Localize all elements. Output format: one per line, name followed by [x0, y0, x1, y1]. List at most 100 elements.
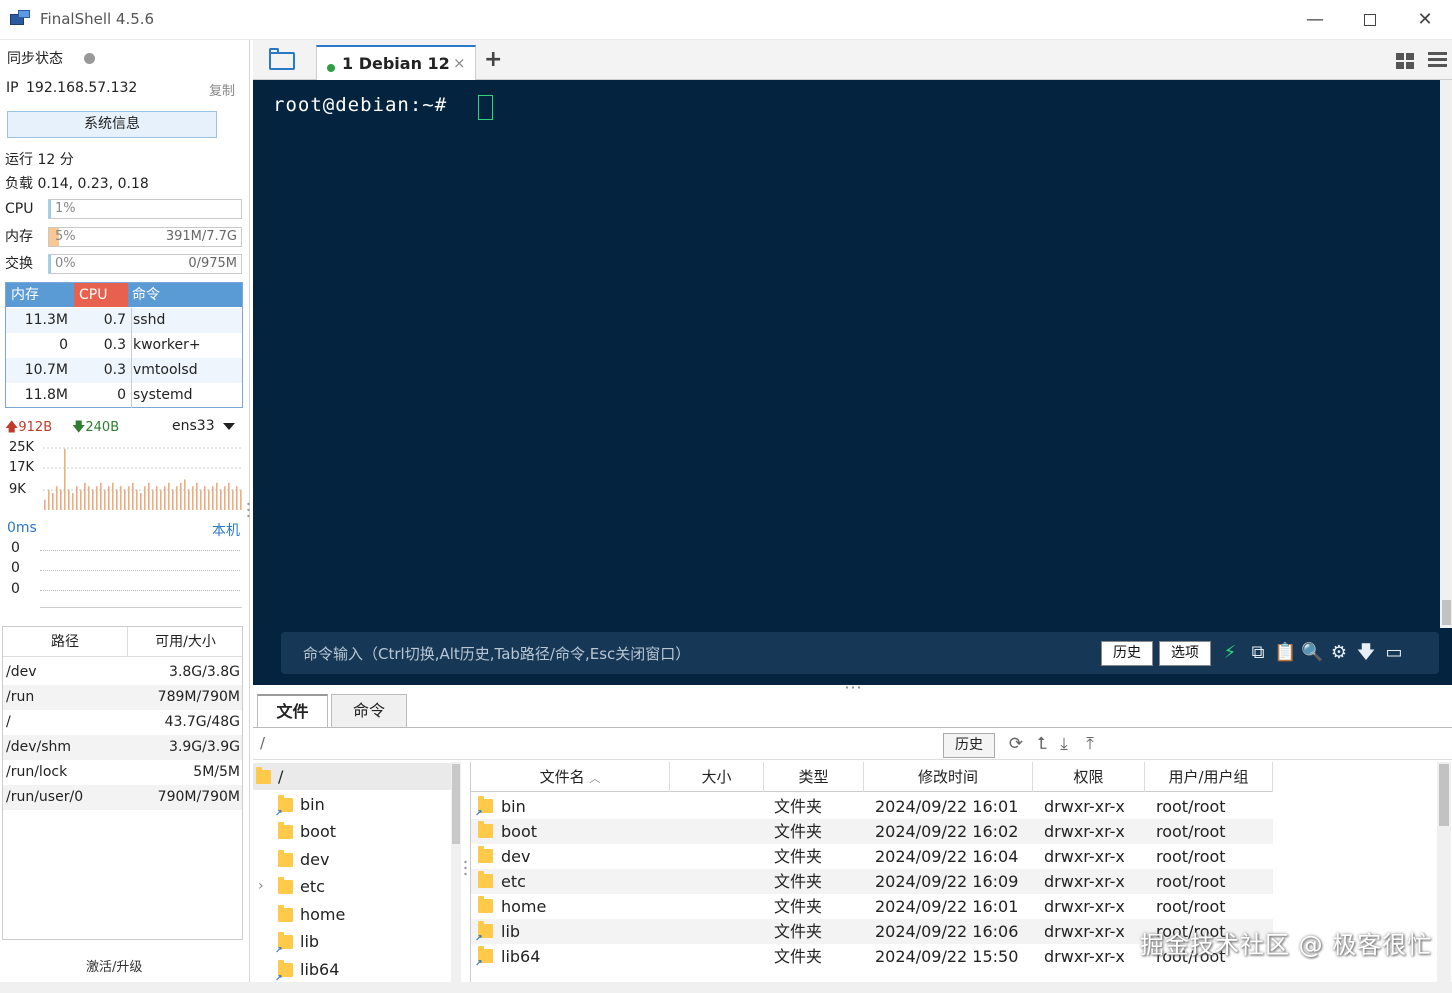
system-info-button[interactable]: 系统信息	[7, 111, 217, 138]
traffic-bar	[236, 486, 238, 510]
process-table-header: 内存 CPU 命令	[6, 283, 242, 307]
meter-label: 交换	[5, 256, 33, 272]
traffic-bar	[72, 493, 74, 510]
file-owner: root/root	[1156, 822, 1226, 841]
maximize-button[interactable]	[1355, 8, 1385, 32]
table-row[interactable]: boot 文件夹 2024/09/22 16:02 drwxr-xr-x root/ro…	[471, 819, 1273, 844]
process-mem: 11.3M	[24, 312, 68, 328]
tree-item-label: etc	[300, 877, 325, 896]
lightning-icon[interactable]: ⚡	[1219, 642, 1241, 664]
refresh-icon[interactable]: ⟳	[1005, 733, 1027, 755]
download-icon[interactable]: ⤓	[1053, 733, 1075, 755]
arrow-down-icon: 🡇	[72, 420, 86, 435]
traffic-bar	[188, 489, 190, 510]
table-row[interactable]: 0 0.3 kworker+	[6, 333, 242, 358]
close-window-button[interactable]: ✕	[1410, 8, 1440, 32]
table-row[interactable]: /run 789M/790M	[3, 685, 242, 710]
expand-arrow-icon[interactable]: ›	[258, 873, 264, 900]
add-tab-button[interactable]: +	[484, 47, 502, 72]
copy-icon[interactable]: ⧉	[1247, 642, 1269, 664]
column-size[interactable]: 大小	[670, 762, 764, 792]
meter-bar: 5% 391M/7.7G	[48, 227, 242, 247]
path-history-button[interactable]: 历史	[943, 733, 995, 758]
table-row[interactable]: dev 文件夹 2024/09/22 16:04 drwxr-xr-x root/roo…	[471, 844, 1273, 869]
tree-item[interactable]: bin	[253, 791, 451, 828]
parent-directory-icon[interactable]: ⮤	[1031, 733, 1053, 755]
table-row[interactable]: /dev/shm 3.9G/3.9G	[3, 735, 242, 760]
column-modified[interactable]: 修改时间	[864, 762, 1033, 792]
sidebar-splitter[interactable]	[247, 502, 250, 518]
arrow-down-icon[interactable]: 🡇	[1355, 642, 1377, 664]
tab-debian-12[interactable]: 1 Debian 12 ×	[316, 45, 476, 81]
traffic-bar	[232, 489, 234, 510]
meter-extra: 0/975M	[188, 256, 237, 271]
ping-graph	[40, 540, 242, 608]
table-row[interactable]: 11.8M 0 systemd	[6, 383, 242, 408]
sort-by-cpu-header[interactable]: CPU	[74, 283, 128, 307]
terminal-scrollbar[interactable]	[1440, 80, 1452, 628]
file-list-scrollbar-thumb[interactable]	[1439, 764, 1449, 826]
gear-icon[interactable]: ⚙	[1328, 642, 1350, 664]
tab-close-icon[interactable]: ×	[453, 54, 466, 72]
file-name: home	[501, 897, 547, 916]
tree-item[interactable]: lib64	[253, 956, 451, 993]
meter-percent: 1%	[55, 201, 76, 216]
open-folder-icon[interactable]	[269, 48, 295, 70]
network-interface-select[interactable]: ens33	[172, 418, 215, 434]
tree-item[interactable]: › etc	[253, 873, 451, 900]
minimize-button[interactable]: —	[1300, 8, 1330, 32]
table-row[interactable]: 10.7M 0.3 vmtoolsd	[6, 358, 242, 383]
table-row[interactable]: /dev 3.8G/3.8G	[3, 660, 242, 685]
process-cmd: systemd	[131, 383, 193, 408]
upload-icon[interactable]: ⤒	[1079, 733, 1101, 755]
tree-item[interactable]: dev	[253, 846, 451, 873]
terminal-splitter[interactable]	[845, 686, 861, 689]
grid-layout-icon[interactable]	[1396, 53, 1415, 69]
column-type[interactable]: 类型	[764, 762, 864, 792]
file-permissions: drwxr-xr-x	[1044, 947, 1125, 966]
copy-ip-button[interactable]: 复制	[209, 80, 235, 99]
sort-by-memory-header[interactable]: 内存	[11, 283, 39, 307]
window-icon[interactable]: ▭	[1383, 642, 1405, 664]
file-panel-splitter[interactable]	[464, 860, 467, 876]
terminal-scrollbar-thumb[interactable]	[1442, 600, 1451, 625]
current-path-input[interactable]: /	[260, 734, 265, 752]
search-icon[interactable]: 🔍	[1301, 642, 1323, 664]
tree-item[interactable]: lib	[253, 928, 451, 965]
traffic-bar	[56, 486, 58, 510]
tree-scrollbar-thumb[interactable]	[452, 764, 460, 844]
chevron-down-icon[interactable]	[223, 423, 235, 430]
column-permissions[interactable]: 权限	[1033, 762, 1145, 792]
table-row[interactable]: etc 文件夹 2024/09/22 16:09 drwxr-xr-x root/roo…	[471, 869, 1273, 894]
sort-by-command-header[interactable]: 命令	[132, 283, 160, 307]
hamburger-menu-icon[interactable]	[1428, 52, 1447, 68]
table-row[interactable]: /run/lock 5M/5M	[3, 760, 242, 785]
command-input-hint[interactable]: 命令输入（Ctrl切换,Alt历史,Tab路径/命令,Esc关闭窗口）	[303, 643, 690, 664]
table-row[interactable]: bin 文件夹 2024/09/22 16:01 drwxr-xr-x root/roo…	[471, 794, 1273, 827]
ping-host-select[interactable]: 本机	[212, 520, 240, 540]
tree-item[interactable]: /	[253, 763, 451, 790]
disk-size-header[interactable]: 可用/大小	[129, 627, 242, 657]
tab-commands[interactable]: 命令	[331, 694, 407, 727]
tab-files[interactable]: 文件	[257, 694, 328, 728]
table-row[interactable]: /run/user/0 790M/790M	[3, 785, 242, 810]
traffic-bar	[80, 489, 82, 510]
traffic-bar	[216, 482, 218, 510]
file-permissions: drwxr-xr-x	[1044, 847, 1125, 866]
table-row[interactable]: / 43.7G/48G	[3, 710, 242, 735]
command-options-button[interactable]: 选项	[1159, 641, 1211, 666]
activate-upgrade-link[interactable]: 激活/升级	[86, 956, 142, 975]
command-input-bar[interactable]: 命令输入（Ctrl切换,Alt历史,Tab路径/命令,Esc关闭窗口） 历史 选…	[281, 632, 1439, 674]
command-history-button[interactable]: 历史	[1101, 641, 1153, 666]
file-type: 文件夹	[774, 897, 823, 916]
download-speed: 🡇240B	[72, 418, 119, 440]
terminal-area[interactable]: root@debian:~# 命令输入（Ctrl切换,Alt历史,Tab路径/命…	[253, 80, 1452, 685]
table-row[interactable]: 11.3M 0.7 sshd	[6, 308, 242, 333]
tree-item[interactable]: boot	[253, 818, 451, 845]
table-row[interactable]: home 文件夹 2024/09/22 16:01 drwxr-xr-x root/ro…	[471, 894, 1273, 919]
paste-icon[interactable]: 📋	[1274, 642, 1296, 664]
disk-path-header[interactable]: 路径	[3, 627, 128, 657]
tree-item[interactable]: home	[253, 901, 451, 928]
column-owner[interactable]: 用户/用户组	[1145, 762, 1273, 792]
column-filename[interactable]: 文件名 ︿	[471, 762, 670, 792]
